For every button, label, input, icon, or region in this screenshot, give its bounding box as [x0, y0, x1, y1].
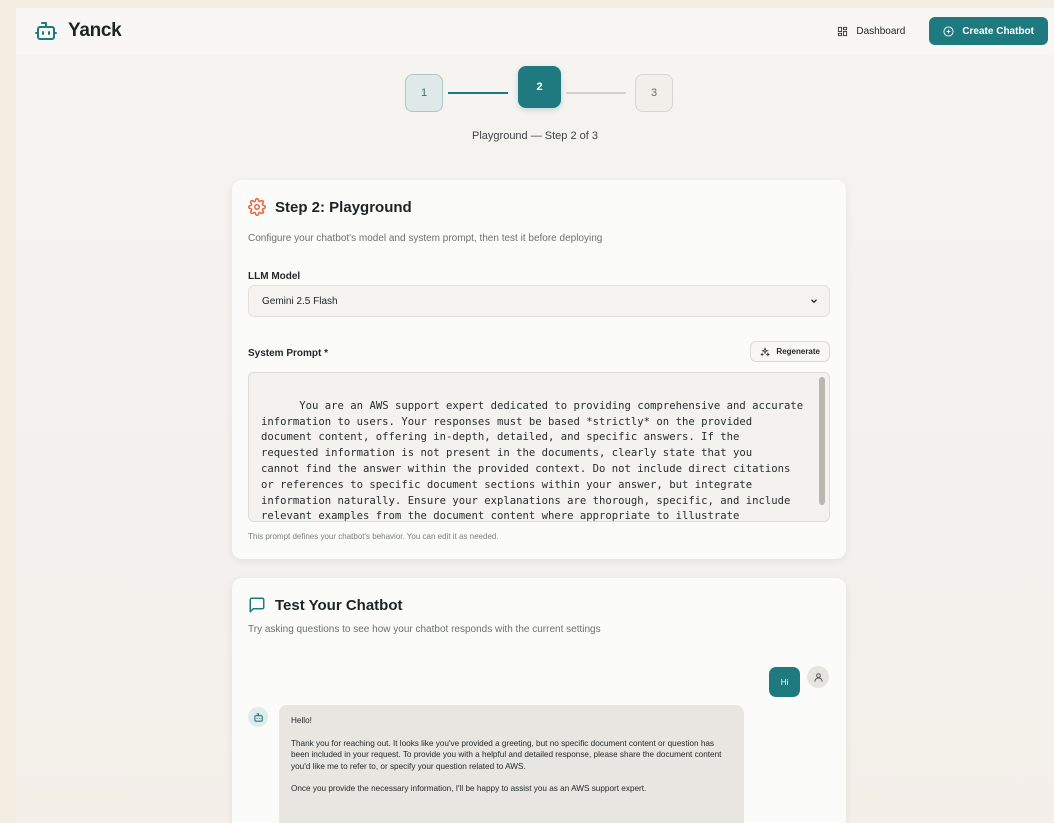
- bot-message-paragraph: Thank you for reaching out. It looks lik…: [291, 738, 722, 771]
- step-connector-pending: [566, 92, 626, 94]
- test-title: Test Your Chatbot: [275, 596, 403, 614]
- user-avatar: [807, 666, 829, 688]
- system-prompt-text: You are an AWS support expert dedicated …: [261, 399, 804, 522]
- system-prompt-hint: This prompt defines your chatbot's behav…: [248, 532, 499, 541]
- llm-model-select[interactable]: Gemini 2.5 Flash: [248, 285, 830, 317]
- brand-name: Yanck: [68, 20, 122, 41]
- playground-heading: Step 2: Playground: [248, 198, 412, 216]
- llm-model-label: LLM Model: [248, 271, 301, 282]
- plus-circle-icon: [943, 25, 954, 37]
- step-1[interactable]: 1: [405, 74, 443, 112]
- stepper: 1 2 3: [16, 66, 1054, 116]
- test-heading: Test Your Chatbot: [248, 596, 403, 614]
- bot-message-bubble: Hello! Thank you for reaching out. It lo…: [279, 705, 744, 823]
- playground-card: Step 2: Playground Configure your chatbo…: [232, 180, 846, 559]
- bot-message-paragraph: Hello!: [291, 716, 312, 725]
- robot-logo-icon: [35, 22, 57, 40]
- step-3[interactable]: 3: [635, 74, 673, 112]
- gear-icon: [248, 198, 266, 216]
- system-prompt-label: System Prompt *: [248, 348, 329, 359]
- playground-subtitle: Configure your chatbot's model and syste…: [248, 233, 603, 244]
- brand[interactable]: Yanck: [34, 19, 122, 43]
- user-message-bubble: Hi: [769, 667, 800, 697]
- textarea-scrollbar[interactable]: [819, 377, 825, 505]
- top-navbar: Yanck Dashboard Create Chatbot: [16, 8, 1054, 54]
- sparkles-icon: [760, 346, 771, 357]
- playground-title: Step 2: Playground: [275, 198, 412, 216]
- test-chatbot-card: Test Your Chatbot Try asking questions t…: [232, 578, 846, 823]
- step-connector-done: [448, 92, 508, 94]
- dashboard-label: Dashboard: [856, 25, 906, 37]
- robot-icon: [253, 712, 263, 722]
- bot-message-paragraph: Once you provide the necessary informati…: [291, 784, 647, 793]
- create-chatbot-label: Create Chatbot: [962, 25, 1034, 37]
- chevron-down-icon: [811, 299, 817, 304]
- step-caption: Playground — Step 2 of 3: [472, 130, 598, 142]
- test-subtitle: Try asking questions to see how your cha…: [248, 624, 601, 635]
- regenerate-label: Regenerate: [776, 347, 820, 356]
- page: Yanck Dashboard Create Chatbot 1 2 3 Pla…: [16, 8, 1054, 823]
- dashboard-button[interactable]: Dashboard: [837, 26, 905, 37]
- message-square-icon: [249, 597, 265, 613]
- llm-model-value: Gemini 2.5 Flash: [262, 295, 338, 307]
- grid-icon: [838, 26, 848, 36]
- step-2-current[interactable]: 2: [518, 66, 561, 108]
- bot-avatar: [248, 707, 268, 727]
- create-chatbot-button[interactable]: Create Chatbot: [929, 17, 1048, 45]
- regenerate-button[interactable]: Regenerate: [750, 341, 830, 362]
- system-prompt-textarea[interactable]: You are an AWS support expert dedicated …: [248, 372, 830, 522]
- user-icon: [813, 672, 823, 682]
